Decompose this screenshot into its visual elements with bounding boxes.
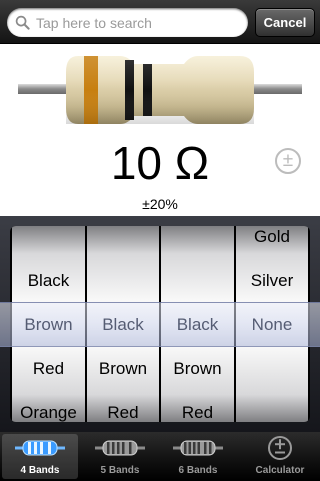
- tab-label: 6 Bands: [178, 465, 218, 476]
- tab-calculator[interactable]: Calculator: [242, 434, 318, 479]
- resistor-4-band-icon: [15, 440, 65, 456]
- cancel-button[interactable]: Cancel: [255, 8, 315, 37]
- picker-item[interactable]: Black: [12, 271, 85, 291]
- picker-item[interactable]: Red: [161, 403, 234, 422]
- tab-label: 5 Bands: [100, 465, 140, 476]
- picker-item[interactable]: Red: [12, 359, 85, 379]
- tolerance-value: ±20%: [142, 196, 178, 212]
- resistor-display: 10 Ω ± ±20%: [0, 44, 320, 216]
- tab-4-bands[interactable]: 4 Bands: [2, 434, 78, 479]
- picker-item[interactable]: Orange: [12, 403, 85, 422]
- picker-item[interactable]: Silver: [236, 271, 308, 291]
- picker-item[interactable]: Brown: [161, 359, 234, 379]
- resistor-lead-right: [250, 84, 302, 94]
- search-bar: Cancel: [0, 0, 320, 44]
- resistor-image: [18, 56, 302, 124]
- resistor-5-band-icon: [95, 440, 145, 456]
- picker-item[interactable]: Brown: [87, 359, 159, 379]
- search-input[interactable]: [36, 14, 246, 31]
- selected-tolerance[interactable]: None: [236, 315, 308, 335]
- search-field[interactable]: [7, 8, 248, 37]
- search-icon: [15, 15, 30, 30]
- resistor-6-band-icon: [173, 440, 223, 456]
- picker-item[interactable]: Gold: [236, 227, 308, 247]
- resistor-lead-left: [18, 84, 70, 94]
- selected-band-2[interactable]: Black: [87, 315, 159, 335]
- selected-multiplier[interactable]: Black: [161, 315, 234, 335]
- tab-label: Calculator: [255, 465, 305, 476]
- picker-item[interactable]: Red: [87, 403, 159, 422]
- band-picker: Black Red Orange Brown Red Brown Red Gol…: [0, 216, 320, 432]
- plus-minus-circle-icon: [268, 436, 292, 460]
- tab-bar: 4 Bands 5 Bands 6 Bands Calculator: [0, 432, 320, 481]
- tab-5-bands[interactable]: 5 Bands: [82, 434, 158, 479]
- tab-label: 4 Bands: [20, 465, 60, 476]
- resistance-value: 10 Ω: [110, 137, 210, 189]
- plus-minus-circle-icon[interactable]: ±: [275, 148, 301, 174]
- resistor-body-shade: [66, 56, 254, 124]
- tab-6-bands[interactable]: 6 Bands: [160, 434, 236, 479]
- selected-band-1[interactable]: Brown: [12, 315, 85, 335]
